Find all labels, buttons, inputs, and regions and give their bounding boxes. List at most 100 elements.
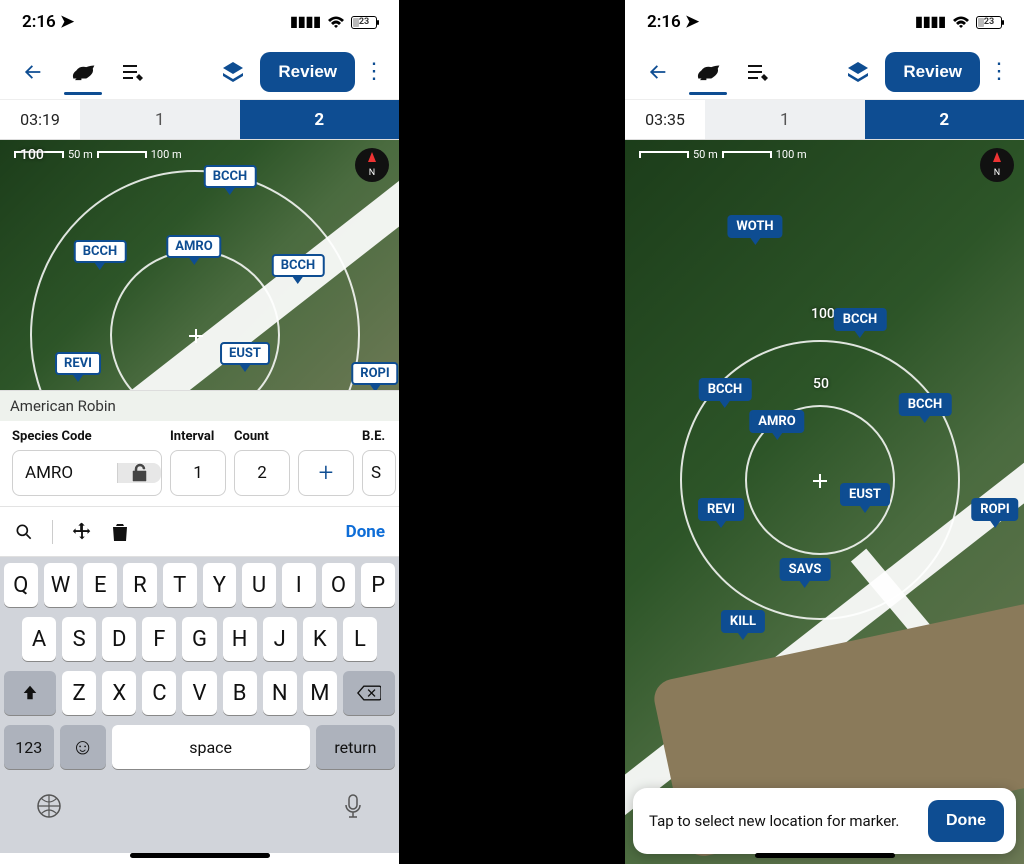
key-u[interactable]: U	[242, 563, 276, 607]
key-g[interactable]: G	[182, 617, 216, 661]
pin-bcch[interactable]: BCCH	[834, 308, 887, 338]
bird-tab[interactable]	[685, 50, 731, 94]
key-l[interactable]: L	[343, 617, 377, 661]
backspace-key[interactable]	[343, 671, 395, 715]
back-button[interactable]	[635, 50, 681, 94]
pin-kill[interactable]: KILL	[721, 610, 765, 640]
key-o[interactable]: O	[322, 563, 356, 607]
key-f[interactable]: F	[142, 617, 176, 661]
pin-eust[interactable]: EUST	[220, 342, 270, 372]
status-bar: 2:16 ➤ ▮▮▮▮ 23	[0, 0, 399, 44]
map-scale: 50 m 100 m 100	[14, 148, 182, 161]
key-t[interactable]: T	[163, 563, 197, 607]
timer: 03:19	[0, 100, 80, 139]
location-arrow-icon: ➤	[685, 12, 699, 32]
shift-key[interactable]	[4, 671, 56, 715]
home-indicator[interactable]	[130, 853, 270, 858]
be-label: B.E.	[362, 429, 396, 444]
key-k[interactable]: K	[303, 617, 337, 661]
pin-bcch[interactable]: BCCH	[272, 254, 325, 284]
key-r[interactable]: R	[123, 563, 157, 607]
key-w[interactable]: W	[44, 563, 78, 607]
map[interactable]: 50 m 100 m 100 N BCCH BCCH AMRO BCCH EUST REV…	[0, 140, 399, 390]
lock-icon[interactable]	[117, 463, 161, 483]
trash-icon[interactable]	[111, 522, 129, 542]
key-s[interactable]: S	[62, 617, 96, 661]
layers-button[interactable]	[210, 50, 256, 94]
back-button[interactable]	[10, 50, 56, 94]
mic-icon[interactable]	[343, 793, 363, 819]
species-name-banner: American Robin	[0, 390, 399, 421]
layers-button[interactable]	[835, 50, 881, 94]
pin-bcch[interactable]: BCCH	[899, 393, 952, 423]
pin-bcch[interactable]: BCCH	[74, 240, 127, 270]
status-time: 2:16 ➤	[647, 12, 699, 32]
interval-1[interactable]: 1	[705, 100, 865, 139]
search-icon[interactable]	[14, 522, 34, 542]
key-e[interactable]: E	[83, 563, 117, 607]
list-edit-tab[interactable]	[735, 50, 781, 94]
key-a[interactable]: A	[22, 617, 56, 661]
key-z[interactable]: Z	[62, 671, 96, 715]
globe-icon[interactable]	[36, 793, 62, 819]
prompt-message: Tap to select new location for marker.	[649, 812, 928, 830]
key-j[interactable]: J	[263, 617, 297, 661]
pin-revi[interactable]: REVI	[698, 498, 744, 528]
key-y[interactable]: Y	[203, 563, 237, 607]
key-m[interactable]: M	[303, 671, 337, 715]
signal-icon: ▮▮▮▮	[290, 14, 321, 30]
pin-bcch[interactable]: BCCH	[699, 378, 752, 408]
home-indicator[interactable]	[755, 853, 895, 858]
emoji-key[interactable]: ☺	[60, 725, 106, 769]
key-h[interactable]: H	[223, 617, 257, 661]
return-key[interactable]: return	[316, 725, 395, 769]
key-x[interactable]: X	[102, 671, 136, 715]
key-v[interactable]: V	[182, 671, 216, 715]
overflow-menu[interactable]: ⋮	[359, 59, 389, 84]
pin-amro[interactable]: AMRO	[749, 410, 804, 440]
space-key[interactable]: space	[112, 725, 310, 769]
overflow-menu[interactable]: ⋮	[984, 59, 1014, 84]
key-d[interactable]: D	[102, 617, 136, 661]
increment-button[interactable]: +	[298, 450, 354, 496]
pin-ropi[interactable]: ROPI	[971, 498, 1018, 528]
interval-label: Interval	[170, 429, 226, 444]
key-b[interactable]: B	[223, 671, 257, 715]
interval-1[interactable]: 1	[80, 100, 240, 139]
pin-eust[interactable]: EUST	[840, 483, 890, 513]
fields-row: Species Code AMRO Interval 1 Count 2 + B…	[0, 421, 399, 507]
map[interactable]: 50 m 100 m N 100 50 WOTHBCCHBCCHBCCHAMRO…	[625, 140, 1024, 864]
numbers-key[interactable]: 123	[4, 725, 54, 769]
pin-bcch[interactable]: BCCH	[204, 165, 257, 195]
species-code-input[interactable]: AMRO	[12, 450, 162, 496]
pin-ropi[interactable]: ROPI	[351, 362, 398, 390]
interval-2[interactable]: 2	[240, 100, 400, 139]
battery-icon: 23	[976, 16, 1002, 29]
pin-woth[interactable]: WOTH	[727, 215, 782, 245]
key-q[interactable]: Q	[4, 563, 38, 607]
list-edit-tab[interactable]	[110, 50, 156, 94]
pin-savs[interactable]: SAVS	[780, 558, 831, 588]
compass-icon[interactable]: N	[980, 148, 1014, 182]
interval-input[interactable]: 1	[170, 450, 226, 496]
done-button[interactable]: Done	[928, 800, 1004, 842]
bird-tab[interactable]	[60, 50, 106, 94]
move-icon[interactable]	[71, 521, 93, 543]
review-button[interactable]: Review	[260, 52, 355, 92]
review-button[interactable]: Review	[885, 52, 980, 92]
pin-revi[interactable]: REVI	[55, 352, 101, 382]
krow3-wrap: ZXCVBNM	[4, 671, 395, 715]
key-n[interactable]: N	[263, 671, 297, 715]
battery-icon: 23	[351, 16, 377, 29]
be-input[interactable]: S	[362, 450, 396, 496]
done-button[interactable]: Done	[346, 522, 385, 542]
interval-2[interactable]: 2	[865, 100, 1024, 139]
location-arrow-icon: ➤	[60, 12, 74, 32]
pin-amro[interactable]: AMRO	[166, 235, 221, 265]
key-p[interactable]: P	[361, 563, 395, 607]
key-i[interactable]: I	[282, 563, 316, 607]
compass-icon[interactable]: N	[355, 148, 389, 182]
key-c[interactable]: C	[142, 671, 176, 715]
map-center-icon	[189, 329, 203, 343]
count-input[interactable]: 2	[234, 450, 290, 496]
